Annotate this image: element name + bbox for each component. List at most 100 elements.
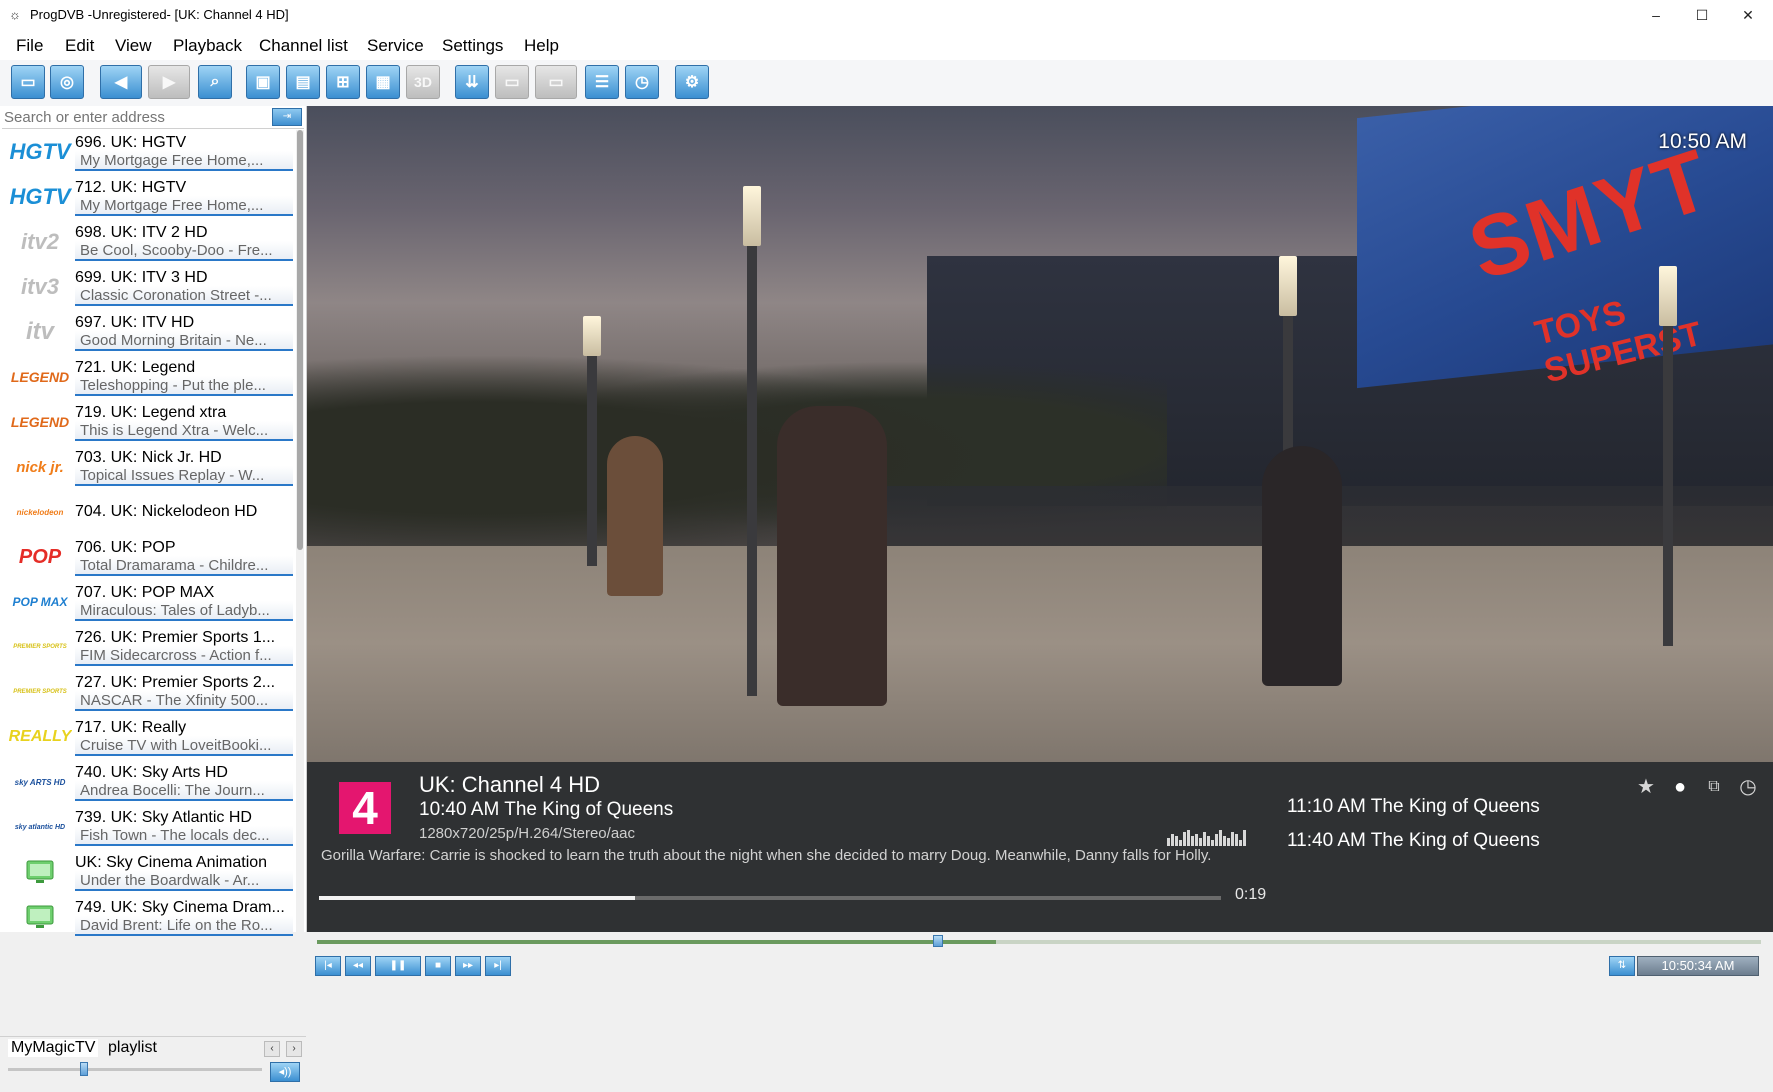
single-view-icon[interactable]: ▣ xyxy=(246,65,280,99)
record-icon[interactable]: ⇊ xyxy=(455,65,489,99)
channel-name: 696. UK: HGTV xyxy=(75,134,187,151)
channel-logo: POP xyxy=(18,545,62,568)
channel-program: Be Cool, Scooby-Doo - Fre... xyxy=(75,241,293,261)
menu-bar: File Edit View Playback Channel list Ser… xyxy=(0,30,1773,60)
epg-icon[interactable]: ☰ xyxy=(585,65,619,99)
channel-program: Total Dramarama - Childre... xyxy=(75,556,293,576)
rewind-icon[interactable]: ◂◂ xyxy=(345,956,371,976)
status-clock: 10:50:34 AM xyxy=(1637,956,1759,976)
menu-file[interactable]: File xyxy=(16,36,43,56)
tab-scroll-left-icon[interactable]: ‹ xyxy=(264,1041,280,1057)
list-tabs: MyMagicTV playlist ‹ › xyxy=(0,1036,306,1059)
channel-list-scrollbar[interactable] xyxy=(296,130,304,936)
search-go-button[interactable]: ⇥ xyxy=(272,108,302,126)
pip-icon[interactable]: ▭ xyxy=(495,65,529,99)
menu-service[interactable]: Service xyxy=(367,36,424,56)
channel-item[interactable]: itv 697. UK: ITV HD Good Morning Britain… xyxy=(0,310,296,355)
osd-now-playing: 10:40 AM The King of Queens xyxy=(419,799,674,820)
skip-start-icon[interactable]: |◂ xyxy=(315,956,341,976)
menu-playback[interactable]: Playback xyxy=(173,36,242,56)
volume-bar: ◂)) xyxy=(0,1058,306,1092)
channel-item[interactable]: PREMIER SPORTS 726. UK: Premier Sports 1… xyxy=(0,625,296,670)
channel-item[interactable]: sky ARTS HD 740. UK: Sky Arts HD Andrea … xyxy=(0,760,296,805)
seek-thumb[interactable] xyxy=(932,935,943,947)
channel-item[interactable]: REALLY 717. UK: Really Cruise TV with Lo… xyxy=(0,715,296,760)
channel-name: 703. UK: Nick Jr. HD xyxy=(75,449,222,466)
radio-mode-icon[interactable]: ◎ xyxy=(50,65,84,99)
pause-icon[interactable]: ❚❚ xyxy=(375,956,421,976)
video-scene-person xyxy=(1262,446,1342,686)
seek-bar xyxy=(307,932,1773,952)
channel-sidebar: ⇥ HGTV 696. UK: HGTV My Mortgage Free Ho… xyxy=(0,106,307,1092)
volume-slider[interactable] xyxy=(8,1068,262,1071)
channel-item[interactable]: POP MAX 707. UK: POP MAX Miraculous: Tal… xyxy=(0,580,296,625)
channel-item[interactable]: 749. UK: Sky Cinema Dram... David Brent:… xyxy=(0,895,296,936)
channel-program: Topical Issues Replay - W... xyxy=(75,466,293,486)
channel-logo: itv2 xyxy=(21,229,59,254)
channel-program: Under the Boardwalk - Ar... xyxy=(75,871,293,891)
settings-gear-icon[interactable]: ⚙ xyxy=(675,65,709,99)
channel-item[interactable]: itv3 699. UK: ITV 3 HD Classic Coronatio… xyxy=(0,265,296,310)
stop-icon[interactable]: ■ xyxy=(425,956,451,976)
minimize-button[interactable]: – xyxy=(1633,0,1679,30)
channel-logo: sky atlantic HD xyxy=(14,823,66,831)
toolbar: ▭ ◎ ◀ ▶ ⌕ ▣ ▤ ⊞ ▦ 3D ⇊ ▭ ▭ ☰ ◷ ⚙ xyxy=(0,60,1773,107)
channel-item[interactable]: nick jr. 703. UK: Nick Jr. HD Topical Is… xyxy=(0,445,296,490)
video-scene-lamp xyxy=(747,216,757,696)
seek-track[interactable] xyxy=(317,940,1761,944)
channel-name: 717. UK: Really xyxy=(75,719,187,736)
menu-edit[interactable]: Edit xyxy=(65,36,94,56)
scrollbar-thumb[interactable] xyxy=(297,130,303,550)
mute-button[interactable]: ◂)) xyxy=(270,1062,300,1082)
menu-settings[interactable]: Settings xyxy=(442,36,503,56)
pip-window-icon[interactable]: ⧉ xyxy=(1703,776,1725,798)
back-icon[interactable]: ◀ xyxy=(100,65,142,99)
channel-item[interactable]: LEGEND 719. UK: Legend xtra This is Lege… xyxy=(0,400,296,445)
tab-mymagictv[interactable]: MyMagicTV xyxy=(8,1039,99,1057)
search-input[interactable] xyxy=(4,108,274,126)
forward-icon[interactable]: ▶ xyxy=(148,65,190,99)
menu-channel-list[interactable]: Channel list xyxy=(259,36,348,56)
maximize-button[interactable]: ☐ xyxy=(1679,0,1725,30)
playback-controls: |◂ ◂◂ ❚❚ ■ ▸▸ ▸| ⇅ 10:50:34 AM xyxy=(307,952,1773,986)
scheduler-icon[interactable]: ◷ xyxy=(625,65,659,99)
tv-mode-icon[interactable]: ▭ xyxy=(11,65,45,99)
record-dot-icon[interactable]: ● xyxy=(1669,776,1691,798)
channel-item[interactable]: HGTV 712. UK: HGTV My Mortgage Free Home… xyxy=(0,175,296,220)
menu-help[interactable]: Help xyxy=(524,36,559,56)
channel-item[interactable]: PREMIER SPORTS 727. UK: Premier Sports 2… xyxy=(0,670,296,715)
volume-slider-thumb[interactable] xyxy=(80,1062,88,1076)
channel-program: This is Legend Xtra - Welc... xyxy=(75,421,293,441)
channel-item[interactable]: POP 706. UK: POP Total Dramarama - Child… xyxy=(0,535,296,580)
video-scene-person xyxy=(777,406,887,706)
channel-item[interactable]: itv2 698. UK: ITV 2 HD Be Cool, Scooby-D… xyxy=(0,220,296,265)
channel-item[interactable]: nickelodeon 704. UK: Nickelodeon HD xyxy=(0,490,296,535)
channel-program: Classic Coronation Street -... xyxy=(75,286,293,306)
channel-logo: POP MAX xyxy=(12,595,68,609)
reminder-clock-icon[interactable]: ◷ xyxy=(1737,776,1759,798)
timeshift-icon[interactable]: ⇅ xyxy=(1609,956,1635,976)
quad-view-icon[interactable]: ⊞ xyxy=(326,65,360,99)
channel-logo: LEGEND xyxy=(10,369,70,385)
favorite-star-icon[interactable]: ★ xyxy=(1635,776,1657,798)
channel-item[interactable]: UK: Sky Cinema Animation Under the Board… xyxy=(0,850,296,895)
video-display[interactable]: SMYT TOYS SUPERST 10:50 AM xyxy=(307,106,1773,762)
channel-item[interactable]: sky atlantic HD 739. UK: Sky Atlantic HD… xyxy=(0,805,296,850)
skip-end-icon[interactable]: ▸| xyxy=(485,956,511,976)
channel-program: Teleshopping - Put the ple... xyxy=(75,376,293,396)
tab-scroll-right-icon[interactable]: › xyxy=(286,1041,302,1057)
channel-name: 712. UK: HGTV xyxy=(75,179,187,196)
mosaic-view-icon[interactable]: ▦ xyxy=(366,65,400,99)
osd-progress-fill xyxy=(319,896,635,900)
close-button[interactable]: ✕ xyxy=(1725,0,1771,30)
dual-view-icon[interactable]: ▤ xyxy=(286,65,320,99)
tab-playlist[interactable]: playlist xyxy=(108,1039,157,1057)
3d-view-icon[interactable]: 3D xyxy=(406,65,440,99)
channel-name: 740. UK: Sky Arts HD xyxy=(75,764,228,781)
channel-item[interactable]: HGTV 696. UK: HGTV My Mortgage Free Home… xyxy=(0,130,296,175)
channel-item[interactable]: LEGEND 721. UK: Legend Teleshopping - Pu… xyxy=(0,355,296,400)
menu-view[interactable]: View xyxy=(115,36,152,56)
search-icon[interactable]: ⌕ xyxy=(198,65,232,99)
fast-forward-icon[interactable]: ▸▸ xyxy=(455,956,481,976)
teletext-icon[interactable]: ▭ xyxy=(535,65,577,99)
